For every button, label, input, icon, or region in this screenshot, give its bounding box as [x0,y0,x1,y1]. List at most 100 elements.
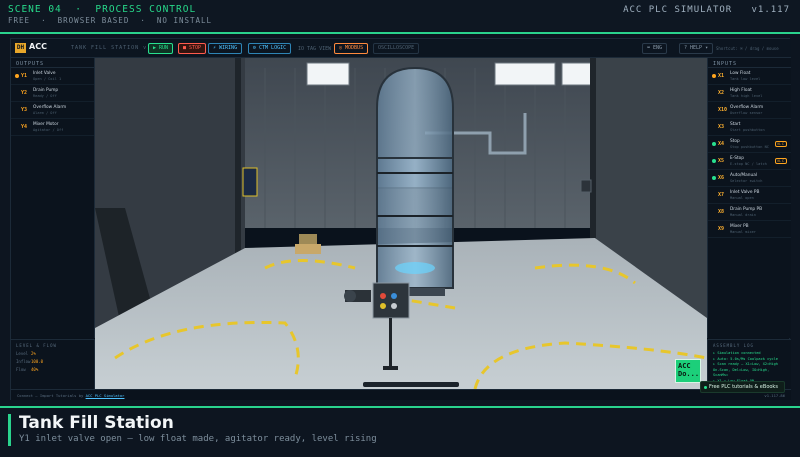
status-link[interactable]: ACC PLC Simulator [86,393,125,398]
output-row-y2[interactable]: Y2 Drain Pump Ready / Off [11,85,94,102]
input-row-x10[interactable]: X10 Overflow Alarm Overflow sensor [708,102,791,119]
pallet [295,244,321,254]
oscilloscope-button[interactable]: OSCILLOSCOPE [373,43,420,54]
input-tag: X5 [718,158,725,164]
logo-text: ACC [29,42,47,51]
status-led-icon [712,91,716,95]
input-row-x6[interactable]: X6 Auto/Manual Selector switch [708,170,791,187]
input-sub: Manual drain [730,213,756,217]
output-tag: Y3 [21,107,28,113]
io-view-button[interactable]: IO TAG VIEW [294,45,336,56]
scene-number: SCENE 04 [8,4,62,15]
input-sub: Manual mixer [730,230,756,234]
tank [376,66,454,296]
input-label: Inlet Valve PB [730,190,760,195]
nc-badge: N.C [774,158,787,164]
tag-free: FREE [8,16,31,25]
output-row-y4[interactable]: Y4 Mixer Motor Agitator / Off [11,119,94,136]
input-row-x1[interactable]: X1 Low Float Tank low level [708,68,791,85]
input-label: Start [730,122,741,127]
input-tag: X9 [718,226,725,232]
output-row-y3[interactable]: Y3 Overflow Alarm Alarm / Off [11,102,94,119]
banner-divider [0,32,800,34]
level-row: Level 2% [11,351,94,359]
stop-button[interactable]: ■ STOP [178,43,207,54]
status-led-icon [15,91,19,95]
junction-box [580,179,592,193]
help-button[interactable]: ? HELP ▾ [679,43,714,54]
scene-heading: SCENE 04 · PROCESS CONTROL [8,4,197,15]
inflow-key: Inflow [16,359,31,364]
footer: Tank Fill Station Y1 inlet valve open — … [8,414,377,446]
input-row-x7[interactable]: X7 Inlet Valve PB Manual open [708,187,791,204]
level-panel: LEVEL & FLOW Level 2% Inflow 100.0 Flow 40% [11,339,95,389]
input-row-x3[interactable]: X3 Start Start pushbutton [708,119,791,136]
input-label: Stop [730,139,740,144]
input-row-x4[interactable]: X4 Stop Stop pushbutton NC N.C [708,136,791,153]
output-tag: Y2 [21,90,28,96]
modbus-button[interactable]: ◎ MODBUS [334,43,369,54]
logo-badge: DH [15,43,26,53]
input-label: High Float [730,88,752,93]
input-row-x2[interactable]: X2 High Float Tank high level [708,85,791,102]
tag-browser: BROWSER BASED [57,16,130,25]
scene-description: Y1 inlet valve open — low float made, ag… [19,434,377,444]
inputs-panel: INPUTS X1 Low Float Tank low level X2 High F… [707,58,791,338]
status-led-icon [15,108,19,112]
product-name: ACC PLC SIMULATOR [623,5,733,15]
3d-scene-viewport[interactable] [95,58,707,389]
input-tag: X6 [718,175,725,181]
input-sub: Overflow sensor [730,111,763,115]
input-label: Auto/Manual [730,173,758,178]
status-led-icon [15,125,19,129]
run-button[interactable]: ▶ RUN [148,43,174,54]
ctm-logic-button[interactable]: ⚙ CTM LOGIC [248,43,292,54]
input-tag: X7 [718,192,725,198]
flow-row: Flow 40% [11,367,94,375]
outputs-panel: OUTPUTS Y1 Inlet Valve Open / Coil 1 Y2 Drai… [11,58,95,338]
input-sub: E-stop NC / latch [730,162,767,166]
input-label: Mixer PB [730,224,749,229]
input-label: Overflow Alarm [730,105,764,110]
tutorials-promo-link[interactable]: Free PLC tutorials & eBooks [700,381,785,393]
input-row-x9[interactable]: X9 Mixer PB Manual mixer [708,221,791,238]
tank-station-scene [95,58,707,389]
input-row-x5[interactable]: X5 E-Stop E-stop NC / latch N.C [708,153,791,170]
language-button[interactable]: ⌨ ENG [642,43,668,54]
inputs-title: INPUTS [708,58,791,68]
output-label: Mixer Motor [33,122,59,127]
simulator-app: DH ACC TANK FILL STATION v1.102 ▶ RUN ■ … [10,38,791,400]
status-led-icon [712,159,716,163]
output-tag: Y1 [21,73,28,79]
inflow-value: 100.0 [31,359,44,364]
warning-sign [242,167,258,197]
input-sub: Tank low level [730,77,761,81]
wiring-button[interactable]: ⚡ WIRING [208,43,243,54]
output-row-y1[interactable]: Y1 Inlet Valve Open / Coil 1 [11,68,94,85]
status-led-icon [15,74,19,78]
tag-install: NO INSTALL [156,16,213,25]
beam-right [590,58,596,243]
input-tag: X1 [718,73,725,79]
crate [299,234,317,244]
input-tag: X8 [718,209,725,215]
input-label: E-Stop [730,156,745,161]
nc-badge: N.C [774,141,787,147]
input-tag: X4 [718,141,725,147]
log-title: ASSEMBLY LOG [713,343,754,348]
toolbar: DH ACC TANK FILL STATION v1.102 ▶ RUN ■ … [11,39,791,58]
output-label: Drain Pump [33,88,59,93]
output-label: Inlet Valve [33,71,56,76]
input-row-x8[interactable]: X8 Drain Pump PB Manual drain [708,204,791,221]
footer-divider [0,406,800,408]
acc-doc-widget[interactable]: ACC Do... [675,359,701,383]
input-tag: X10 [718,107,728,113]
output-label: Overflow Alarm [33,105,67,110]
output-sub: Open / Coil 1 [33,77,62,81]
status-led-icon [712,193,716,197]
input-sub: Tank high level [730,94,763,98]
status-bar: Connect — Import Tutorials by ACC PLC Si… [11,389,791,400]
scene-scrollbar[interactable] [363,382,459,387]
status-led-icon [712,108,716,112]
level-key: Level [16,351,29,356]
